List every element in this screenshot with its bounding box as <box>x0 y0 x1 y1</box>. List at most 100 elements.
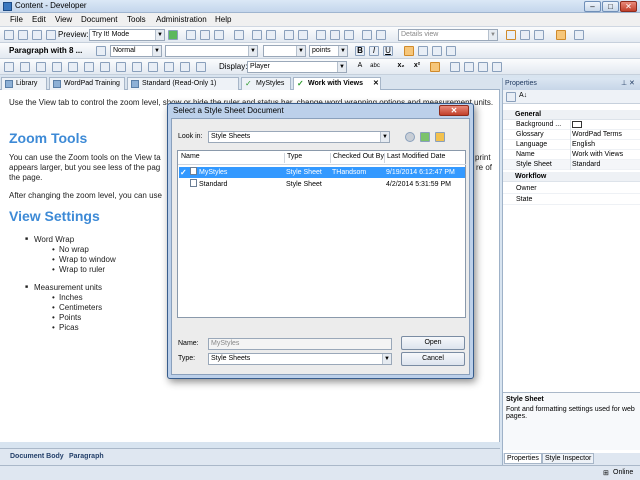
layout2-icon[interactable] <box>520 30 530 40</box>
dialog-close-button[interactable]: ✕ <box>439 105 469 116</box>
tab-standard[interactable]: Standard (Read-Only 1) <box>127 77 239 90</box>
italic-button[interactable]: I <box>369 46 379 56</box>
name-field[interactable]: MyStyles <box>208 338 392 350</box>
menu-file[interactable]: File <box>10 15 23 24</box>
spell-icon[interactable] <box>362 30 372 40</box>
property-row[interactable]: Glossary WordPad Terms <box>503 130 640 140</box>
style-icon[interactable] <box>96 46 106 56</box>
style-select[interactable]: Normal ▼ <box>110 45 162 57</box>
tab-mystyles[interactable]: ✓ MyStyles <box>241 77 291 90</box>
tab-library[interactable]: Library <box>1 77 47 90</box>
properties-icon[interactable] <box>556 30 566 40</box>
column-header-modified[interactable]: Last Modified Date <box>385 153 465 163</box>
paragraph-style-label[interactable]: Paragraph with 8 ... <box>9 46 82 55</box>
condition-icon[interactable] <box>148 62 158 72</box>
close-tab-icon[interactable]: ✕ <box>373 78 379 89</box>
copy-icon[interactable] <box>200 30 210 40</box>
align-right-icon[interactable] <box>432 46 442 56</box>
layout-icon[interactable] <box>506 30 516 40</box>
category-workflow[interactable]: Workflow <box>503 172 640 182</box>
outdent-icon[interactable] <box>478 62 488 72</box>
cancel-button[interactable]: Cancel <box>401 352 465 366</box>
unit-select[interactable]: points ▼ <box>309 45 348 57</box>
bookmark-icon[interactable] <box>36 62 46 72</box>
align-left-icon[interactable] <box>404 46 414 56</box>
redo-icon[interactable] <box>266 30 276 40</box>
symbol-icon[interactable] <box>84 62 94 72</box>
menu-tools[interactable]: Tools <box>127 15 146 24</box>
font-color-icon[interactable]: A <box>355 62 365 72</box>
highlight-icon[interactable] <box>430 62 440 72</box>
print-icon[interactable] <box>46 30 56 40</box>
open-button[interactable]: Open <box>401 336 465 350</box>
delete-icon[interactable] <box>234 30 244 40</box>
note-icon[interactable] <box>100 62 110 72</box>
categorized-icon[interactable] <box>506 92 516 102</box>
column-header-name[interactable]: Name <box>179 153 285 163</box>
look-in-select[interactable]: Style Sheets ▼ <box>208 131 390 143</box>
snippet-icon[interactable] <box>180 62 190 72</box>
indent-icon[interactable] <box>492 62 502 72</box>
table-icon[interactable] <box>344 30 354 40</box>
menu-document[interactable]: Document <box>81 15 117 24</box>
cut-icon[interactable] <box>186 30 196 40</box>
link-icon[interactable] <box>316 30 326 40</box>
help-icon[interactable] <box>376 30 386 40</box>
hyperlink-icon[interactable] <box>20 62 30 72</box>
pin-icon[interactable]: ⊥ ✕ <box>621 78 635 90</box>
menu-administration[interactable]: Administration <box>156 15 207 24</box>
align-center-icon[interactable] <box>418 46 428 56</box>
tab-properties[interactable]: Properties <box>504 453 542 464</box>
property-row[interactable]: Owner <box>503 184 640 194</box>
filter-icon[interactable] <box>196 62 206 72</box>
display-select[interactable]: Player ▼ <box>247 61 347 73</box>
save-icon[interactable] <box>32 30 42 40</box>
preview-mode-select[interactable]: Try It! Mode ▼ <box>89 29 165 41</box>
undo-icon[interactable] <box>252 30 262 40</box>
new-icon[interactable] <box>4 30 14 40</box>
panel-icon[interactable] <box>574 30 584 40</box>
property-row[interactable]: Language English <box>503 140 640 150</box>
tab-wordpad-training[interactable]: WordPad Training <box>49 77 125 90</box>
column-header-type[interactable]: Type <box>285 153 331 163</box>
menu-help[interactable]: Help <box>215 15 231 24</box>
path-document-body[interactable]: Document Body <box>10 453 64 460</box>
close-button[interactable]: ✕ <box>620 1 637 12</box>
numbering-icon[interactable] <box>464 62 474 72</box>
category-general[interactable]: General <box>503 110 640 120</box>
property-row[interactable]: Style Sheet Standard <box>503 160 640 170</box>
up-folder-icon[interactable] <box>420 132 430 142</box>
strikethrough-icon[interactable]: abc <box>370 62 380 72</box>
superscript-icon[interactable]: x² <box>412 62 422 72</box>
field-icon[interactable] <box>132 62 142 72</box>
back-icon[interactable] <box>405 132 415 142</box>
paste-icon[interactable] <box>214 30 224 40</box>
sort-alpha-icon[interactable]: A↓ <box>519 92 529 102</box>
property-row[interactable]: State <box>503 195 640 205</box>
property-row[interactable]: Background ... <box>503 120 640 132</box>
replace-icon[interactable] <box>298 30 308 40</box>
subscript-icon[interactable]: x₂ <box>396 62 406 72</box>
menu-view[interactable]: View <box>55 15 72 24</box>
tab-style-inspector[interactable]: Style Inspector <box>542 453 595 464</box>
media-icon[interactable] <box>68 62 78 72</box>
tab-work-with-views[interactable]: ✓ Work with Views ✕ <box>293 77 381 90</box>
font-select[interactable]: ▼ <box>165 45 258 57</box>
underline-button[interactable]: U <box>383 46 393 56</box>
column-header-checked-out[interactable]: Checked Out By <box>331 153 385 163</box>
menu-edit[interactable]: Edit <box>32 15 46 24</box>
caption-icon[interactable] <box>116 62 126 72</box>
bullets-icon[interactable] <box>450 62 460 72</box>
go-icon[interactable] <box>168 30 178 40</box>
chevron-down-icon[interactable] <box>83 46 93 56</box>
file-row[interactable]: Standard Style Sheet 4/2/2014 5:31:59 PM <box>179 179 465 190</box>
maximize-button[interactable]: □ <box>602 1 619 12</box>
find-icon[interactable] <box>284 30 294 40</box>
type-select[interactable]: Style Sheets ▼ <box>208 353 392 365</box>
file-row[interactable]: ✓ MyStyles Style Sheet THandsom 9/19/201… <box>179 167 465 178</box>
new-folder-icon[interactable] <box>435 132 445 142</box>
picture-icon[interactable] <box>52 62 62 72</box>
image-icon[interactable] <box>330 30 340 40</box>
property-row[interactable]: Name Work with Views <box>503 150 640 160</box>
minimize-button[interactable]: – <box>584 1 601 12</box>
